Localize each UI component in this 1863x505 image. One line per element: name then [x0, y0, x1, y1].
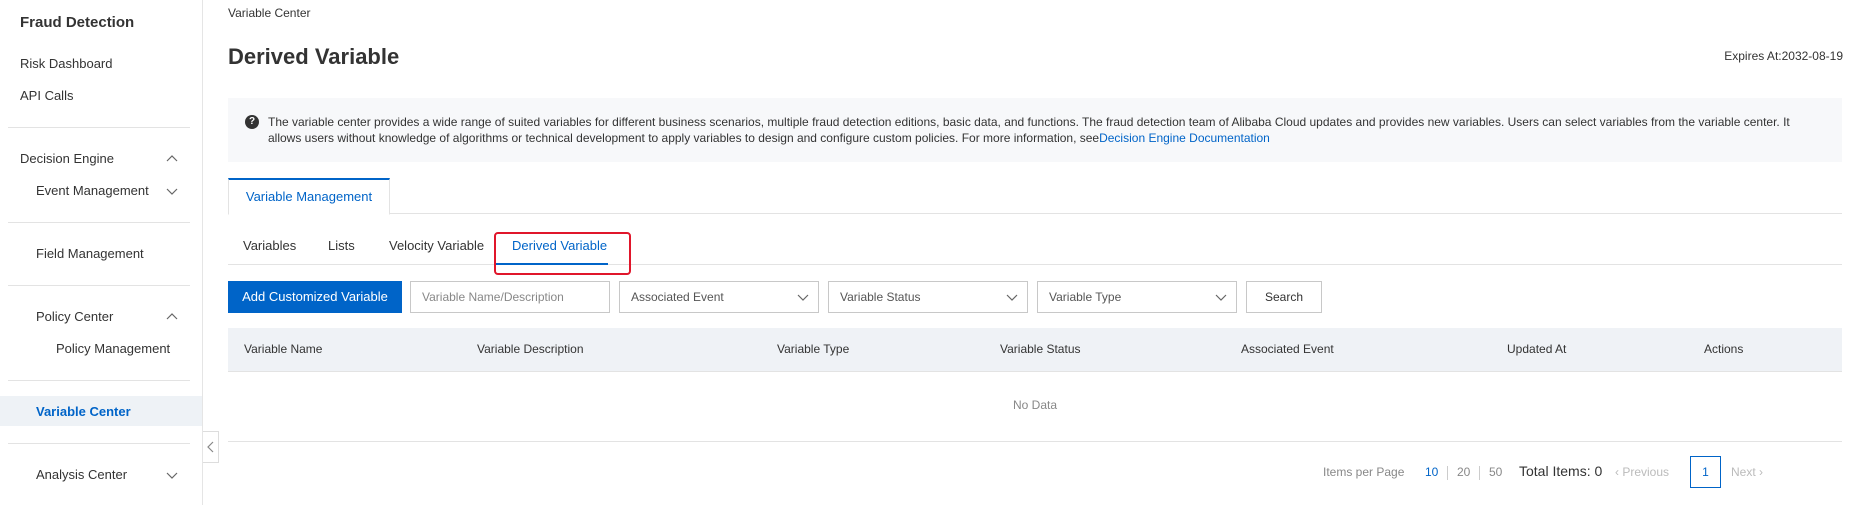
sidebar-item-analysis-center[interactable]: Analysis Center	[36, 467, 127, 482]
chevron-up-icon[interactable]	[165, 310, 179, 324]
column-header: Updated At	[1507, 342, 1567, 356]
sidebar-item-event-management[interactable]: Event Management	[36, 183, 149, 198]
chevron-right-icon: ›	[1759, 465, 1764, 479]
page-size-20[interactable]: 20	[1457, 465, 1470, 479]
chevron-down-icon	[1214, 290, 1228, 304]
subtab-velocity-variable[interactable]: Velocity Variable	[389, 238, 484, 253]
page-size-50[interactable]: 50	[1489, 465, 1502, 479]
main-tabs: Variable Management	[228, 178, 1842, 215]
add-customized-variable-button[interactable]: Add Customized Variable	[228, 281, 402, 313]
associated-event-label: Associated Event	[631, 290, 724, 304]
variable-type-label: Variable Type	[1049, 290, 1122, 304]
notice-text: The variable center provides a wide rang…	[268, 115, 1790, 145]
associated-event-select[interactable]: Associated Event	[619, 281, 819, 313]
sidebar-divider	[8, 380, 190, 381]
chevron-down-icon	[796, 290, 810, 304]
sidebar-divider	[8, 443, 190, 444]
sidebar-item-policy-center[interactable]: Policy Center	[36, 309, 113, 324]
column-header: Actions	[1704, 342, 1744, 356]
sidebar-item-api-calls[interactable]: API Calls	[20, 88, 73, 103]
subtab-variables[interactable]: Variables	[243, 238, 296, 253]
documentation-link[interactable]: Decision Engine Documentation	[1099, 131, 1270, 145]
sidebar-divider	[8, 285, 190, 286]
previous-label: Previous	[1622, 465, 1670, 479]
variable-status-label: Variable Status	[840, 290, 921, 304]
table-header: Variable Name Variable Description Varia…	[228, 328, 1842, 372]
sidebar-item-risk-dashboard[interactable]: Risk Dashboard	[20, 56, 113, 71]
search-input[interactable]: Variable Name/Description	[410, 281, 610, 313]
variables-table: Variable Name Variable Description Varia…	[228, 328, 1842, 442]
expires-at: Expires At:2032-08-19	[1724, 49, 1843, 63]
separator	[1479, 466, 1480, 480]
highlight-box	[494, 232, 631, 275]
column-header: Variable Name	[244, 342, 323, 356]
column-header: Variable Type	[777, 342, 850, 356]
chevron-left-icon: ‹	[1615, 465, 1619, 479]
sidebar: Fraud Detection Risk Dashboard API Calls…	[0, 0, 203, 505]
app-title: Fraud Detection	[20, 14, 135, 31]
pagination: Items per Page 10 20 50 Total Items: 0 ‹…	[1323, 456, 1843, 488]
page-size-10[interactable]: 10	[1425, 465, 1438, 479]
breadcrumb[interactable]: Variable Center	[228, 6, 311, 20]
page-number[interactable]: 1	[1690, 456, 1721, 488]
table-body: No Data	[228, 372, 1842, 442]
variable-status-select[interactable]: Variable Status	[828, 281, 1028, 313]
sidebar-item-policy-management[interactable]: Policy Management	[56, 341, 170, 356]
previous-page-button[interactable]: ‹ Previous	[1615, 465, 1669, 479]
sidebar-item-field-management[interactable]: Field Management	[36, 246, 144, 261]
empty-state: No Data	[1012, 398, 1058, 412]
separator	[1447, 466, 1448, 480]
search-button[interactable]: Search	[1246, 281, 1322, 313]
question-icon: ?	[245, 115, 259, 129]
column-header: Associated Event	[1241, 342, 1334, 356]
column-header: Variable Status	[1000, 342, 1081, 356]
page-title: Derived Variable	[228, 44, 400, 69]
main-content: Variable Center Derived Variable Expires…	[203, 0, 1863, 505]
items-per-page-label: Items per Page	[1323, 465, 1405, 479]
next-label: Next	[1731, 465, 1756, 479]
variable-type-select[interactable]: Variable Type	[1037, 281, 1237, 313]
chevron-down-icon	[1005, 290, 1019, 304]
chevron-up-icon[interactable]	[165, 152, 179, 166]
total-items: Total Items: 0	[1519, 463, 1603, 479]
next-page-button[interactable]: Next ›	[1731, 465, 1763, 479]
tab-variable-management[interactable]: Variable Management	[228, 178, 390, 215]
sidebar-item-variable-center[interactable]: Variable Center	[36, 404, 131, 419]
info-notice: ? The variable center provides a wide ra…	[228, 98, 1842, 162]
sidebar-divider	[8, 127, 190, 128]
sidebar-divider	[8, 222, 190, 223]
subtabs: Variables Lists Velocity Variable Derive…	[228, 226, 1842, 265]
column-header: Variable Description	[477, 342, 584, 356]
sidebar-item-decision-engine[interactable]: Decision Engine	[20, 151, 114, 166]
chevron-down-icon[interactable]	[165, 184, 179, 198]
chevron-down-icon[interactable]	[165, 468, 179, 482]
subtab-lists[interactable]: Lists	[328, 238, 355, 253]
